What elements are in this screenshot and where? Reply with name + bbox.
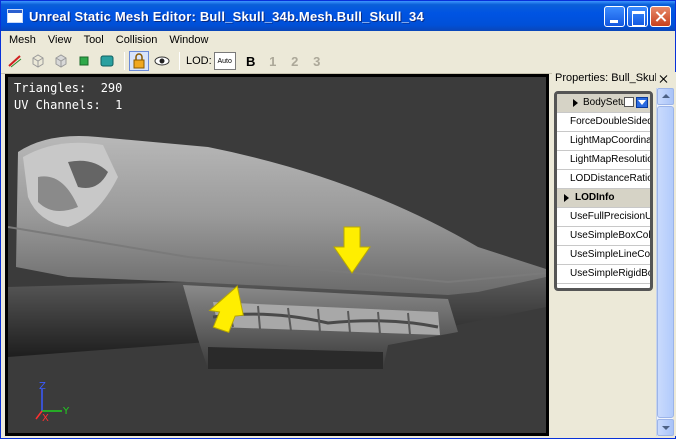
menu-tool[interactable]: Tool bbox=[78, 34, 110, 46]
toolbar-separator bbox=[179, 52, 180, 70]
lod-auto-button[interactable]: Auto bbox=[213, 52, 236, 70]
title-bar[interactable]: Unreal Static Mesh Editor: Bull_Skull_34… bbox=[1, 1, 675, 31]
properties-grid: BodySetup ForceDoubleSidedShadowVolumes … bbox=[554, 91, 653, 291]
scroll-thumb[interactable] bbox=[657, 106, 674, 418]
collision-teal-icon[interactable] bbox=[97, 51, 117, 71]
minimize-button[interactable] bbox=[604, 6, 625, 27]
category-checkbox-icon[interactable] bbox=[624, 97, 634, 107]
lod-1-button[interactable]: 1 bbox=[262, 54, 284, 69]
normals-icon[interactable] bbox=[5, 51, 25, 71]
close-button[interactable] bbox=[650, 6, 671, 27]
toolbar-separator bbox=[124, 52, 125, 70]
maximize-button[interactable] bbox=[627, 6, 648, 27]
property-row[interactable]: LightMapCoordinateIndex bbox=[557, 132, 650, 151]
property-row[interactable]: UseFullPrecisionUVs bbox=[557, 208, 650, 227]
lod-label: LOD: bbox=[186, 55, 212, 67]
triangles-label: Triangles: bbox=[14, 81, 87, 95]
scroll-down-icon[interactable] bbox=[657, 419, 674, 436]
property-row[interactable]: UseSimpleBoxCollision bbox=[557, 227, 650, 246]
property-row[interactable]: ForceDoubleSidedShadowVolumes bbox=[557, 113, 650, 132]
toolbar: LOD: Auto B 1 2 3 bbox=[1, 49, 675, 74]
property-row[interactable]: LODDistanceRatio bbox=[557, 170, 650, 189]
properties-title: Properties: Bull_Skull_ bbox=[555, 72, 656, 84]
menu-bar: Mesh View Tool Collision Window bbox=[1, 31, 675, 49]
axis-y-label: Y bbox=[62, 406, 70, 417]
scroll-up-icon[interactable] bbox=[657, 88, 674, 105]
wireframe-box-icon[interactable] bbox=[28, 51, 48, 71]
property-row[interactable]: UseSimpleLineCollision bbox=[557, 246, 650, 265]
uv-channels-value: 1 bbox=[115, 98, 123, 112]
properties-pane: Properties: Bull_Skull_ BodySetup ForceD… bbox=[552, 72, 676, 436]
properties-close-icon[interactable] bbox=[659, 74, 669, 84]
menu-collision[interactable]: Collision bbox=[110, 34, 164, 46]
app-window-icon bbox=[7, 9, 23, 23]
axis-z-label: Z bbox=[39, 381, 46, 392]
property-row[interactable]: UseSimpleRigidBodyCollision bbox=[557, 265, 650, 284]
lock-icon[interactable] bbox=[129, 51, 149, 71]
property-row[interactable]: LightMapResolution bbox=[557, 151, 650, 170]
axis-x-label: X bbox=[42, 413, 49, 421]
static-mesh-editor-window: Unreal Static Mesh Editor: Bull_Skull_34… bbox=[0, 0, 676, 439]
window-title: Unreal Static Mesh Editor: Bull_Skull_34… bbox=[29, 8, 424, 24]
lod-3-button[interactable]: 3 bbox=[306, 54, 328, 69]
collision-green-icon[interactable] bbox=[74, 51, 94, 71]
menu-view[interactable]: View bbox=[42, 34, 78, 46]
eye-icon[interactable] bbox=[152, 51, 172, 71]
property-category-lodinfo[interactable]: LODInfo bbox=[557, 189, 650, 208]
mesh-viewport[interactable]: Triangles: 290 UV Channels: 1 Z Y X bbox=[5, 74, 549, 436]
mesh-stats: Triangles: 290 UV Channels: 1 bbox=[14, 80, 122, 114]
category-dropdown-icon[interactable] bbox=[636, 97, 648, 108]
solid-box-icon[interactable] bbox=[51, 51, 71, 71]
menu-window[interactable]: Window bbox=[163, 34, 214, 46]
property-category-bodysetup[interactable]: BodySetup bbox=[557, 94, 650, 113]
mesh-render bbox=[8, 136, 546, 369]
uv-channels-label: UV Channels: bbox=[14, 98, 101, 112]
lod-base-button[interactable]: B bbox=[240, 54, 262, 69]
triangles-value: 290 bbox=[100, 81, 123, 95]
menu-mesh[interactable]: Mesh bbox=[1, 34, 42, 46]
properties-scrollbar[interactable] bbox=[656, 88, 674, 436]
axis-gizmo-icon: Z Y X bbox=[35, 381, 70, 421]
lod-2-button[interactable]: 2 bbox=[284, 54, 306, 69]
